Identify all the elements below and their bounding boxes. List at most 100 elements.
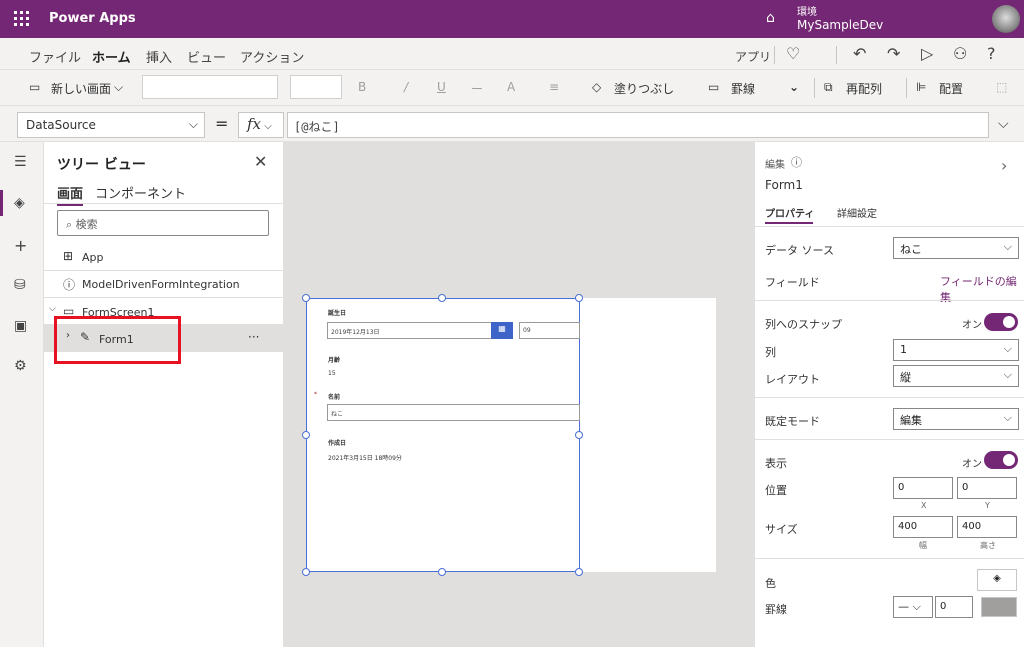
mode-dropdown[interactable]: 編集 ⌵ bbox=[893, 408, 1019, 430]
tab-properties[interactable]: プロパティ bbox=[765, 205, 814, 220]
undo-icon[interactable]: ↶ bbox=[853, 44, 866, 63]
layout-value: 縦 bbox=[900, 371, 911, 384]
resize-handle[interactable] bbox=[438, 568, 446, 576]
app-checker-icon[interactable]: ♡ bbox=[786, 44, 800, 63]
tab-screens[interactable]: 画面 bbox=[57, 183, 84, 206]
border-width-input[interactable]: 0 bbox=[935, 596, 973, 618]
text-align-icon[interactable]: ≡ bbox=[549, 80, 559, 94]
ribbon-expand-icon[interactable]: ⌄ bbox=[789, 80, 799, 94]
font-size-dropdown[interactable] bbox=[290, 75, 342, 99]
menu-file[interactable]: ファイル bbox=[29, 47, 81, 66]
width-label: 幅 bbox=[919, 541, 927, 550]
tab-components[interactable]: コンポーネント bbox=[95, 183, 186, 202]
menu-action[interactable]: アクション bbox=[240, 47, 304, 66]
border-style-icon: — ⌵ bbox=[898, 600, 921, 613]
divider bbox=[755, 300, 1024, 301]
strikethrough-button[interactable]: ー bbox=[471, 80, 483, 97]
fill-button[interactable]: 塗りつぶし bbox=[614, 80, 674, 97]
tab-advanced[interactable]: 詳細設定 bbox=[837, 205, 877, 220]
tree-item-label: App bbox=[82, 251, 104, 264]
font-family-dropdown[interactable] bbox=[142, 75, 278, 99]
reorder-button[interactable]: 再配列 bbox=[846, 80, 882, 97]
redo-icon[interactable]: ↷ bbox=[887, 44, 900, 63]
waffle-icon[interactable] bbox=[14, 11, 30, 27]
user-avatar[interactable] bbox=[992, 5, 1020, 33]
property-value: DataSource bbox=[26, 118, 96, 132]
resize-handle[interactable] bbox=[302, 294, 310, 302]
hamburger-icon[interactable]: ☰ bbox=[14, 154, 27, 170]
position-x-input[interactable]: 0 bbox=[893, 477, 953, 499]
menu-insert[interactable]: 挿入 bbox=[146, 47, 172, 66]
snap-state: オン bbox=[962, 320, 982, 331]
name-input[interactable]: ねこ bbox=[327, 404, 580, 421]
data-icon[interactable]: ⛁ bbox=[14, 277, 26, 293]
menu-home[interactable]: ホーム bbox=[92, 47, 131, 72]
tree-item-modeldriven[interactable]: ⓘ ModelDrivenFormIntegration bbox=[44, 270, 283, 298]
columns-value: 1 bbox=[900, 343, 907, 356]
resize-handle[interactable] bbox=[302, 568, 310, 576]
chevron-down-icon: ⌵ bbox=[1003, 368, 1012, 381]
tree-search-input[interactable]: ⌕ 検索 bbox=[57, 210, 269, 236]
highlight-annotation bbox=[54, 316, 181, 364]
help-button[interactable]: ? bbox=[987, 44, 996, 63]
border-label: 罫線 bbox=[765, 603, 787, 616]
birthday-label: 誕生日 bbox=[328, 310, 347, 317]
play-icon[interactable]: ▷ bbox=[921, 44, 933, 63]
visible-label: 表示 bbox=[765, 457, 787, 470]
chevron-right-icon[interactable]: › bbox=[1001, 156, 1007, 175]
color-picker-button[interactable]: ◈ bbox=[977, 569, 1017, 591]
chevron-down-icon: ⌵ bbox=[188, 117, 198, 131]
tree-item-app[interactable]: ⊞ App bbox=[44, 243, 283, 271]
bold-button[interactable]: B bbox=[358, 80, 366, 94]
tree-view-icon[interactable]: ◈ bbox=[14, 195, 25, 211]
apps-button[interactable]: アプリ bbox=[735, 48, 771, 65]
height-input[interactable]: 400 bbox=[957, 516, 1017, 538]
visible-toggle[interactable] bbox=[984, 451, 1018, 469]
width-input[interactable]: 400 bbox=[893, 516, 953, 538]
close-icon[interactable]: ✕ bbox=[254, 152, 267, 171]
resize-handle[interactable] bbox=[575, 568, 583, 576]
columns-label: 列 bbox=[765, 346, 776, 359]
datasource-dropdown[interactable]: ねこ ⌵ bbox=[893, 237, 1019, 259]
property-dropdown[interactable]: DataSource ⌵ bbox=[17, 112, 205, 138]
font-color-button[interactable]: A bbox=[507, 80, 515, 94]
media-icon[interactable]: ▣ bbox=[14, 318, 27, 334]
control-type: 編集 bbox=[765, 160, 785, 171]
layout-dropdown[interactable]: 縦 ⌵ bbox=[893, 365, 1019, 387]
chevron-down-icon: ⌵ bbox=[1003, 411, 1012, 424]
formula-input[interactable]: [@ねこ] bbox=[287, 112, 989, 138]
align-button[interactable]: 配置 bbox=[939, 80, 963, 97]
resize-handle[interactable] bbox=[302, 431, 310, 439]
border-button[interactable]: 罫線 bbox=[731, 80, 755, 97]
fill-icon: ◇ bbox=[592, 80, 602, 94]
insert-icon[interactable]: + bbox=[14, 236, 27, 255]
border-style-dropdown[interactable]: — ⌵ bbox=[893, 596, 933, 618]
position-y-input[interactable]: 0 bbox=[957, 477, 1017, 499]
info-icon[interactable]: ⓘ bbox=[791, 154, 802, 170]
birthday-input[interactable]: 2019年12月13日 bbox=[327, 322, 492, 339]
resize-handle[interactable] bbox=[575, 431, 583, 439]
new-screen-button[interactable]: 新しい画面 bbox=[51, 80, 111, 97]
share-icon[interactable]: ⚇ bbox=[953, 44, 967, 63]
italic-button[interactable]: / bbox=[404, 80, 408, 94]
fx-button[interactable]: fx ⌵ bbox=[238, 112, 284, 138]
layout-label: レイアウト bbox=[765, 373, 820, 386]
advanced-tools-icon[interactable]: ⚙ bbox=[14, 358, 27, 374]
snap-toggle[interactable] bbox=[984, 313, 1018, 331]
menu-view[interactable]: ビュー bbox=[187, 47, 226, 66]
columns-dropdown[interactable]: 1 ⌵ bbox=[893, 339, 1019, 361]
form-control[interactable] bbox=[306, 298, 580, 572]
resize-handle[interactable] bbox=[575, 294, 583, 302]
underline-button[interactable]: U bbox=[437, 80, 446, 94]
group-icon[interactable]: ⬚ bbox=[996, 80, 1007, 94]
environment-name[interactable]: MySampleDev bbox=[797, 18, 883, 32]
more-options-button[interactable]: ··· bbox=[248, 330, 259, 344]
tab-underline bbox=[765, 222, 813, 224]
divider bbox=[906, 78, 907, 98]
resize-handle[interactable] bbox=[438, 294, 446, 302]
fields-label: フィールド bbox=[765, 276, 820, 289]
border-color-picker[interactable] bbox=[981, 597, 1017, 617]
expand-formula-icon[interactable]: ⌵ bbox=[998, 116, 1009, 132]
calendar-icon[interactable]: ▦ bbox=[491, 322, 513, 339]
hour-dropdown[interactable]: 09 bbox=[519, 322, 580, 339]
